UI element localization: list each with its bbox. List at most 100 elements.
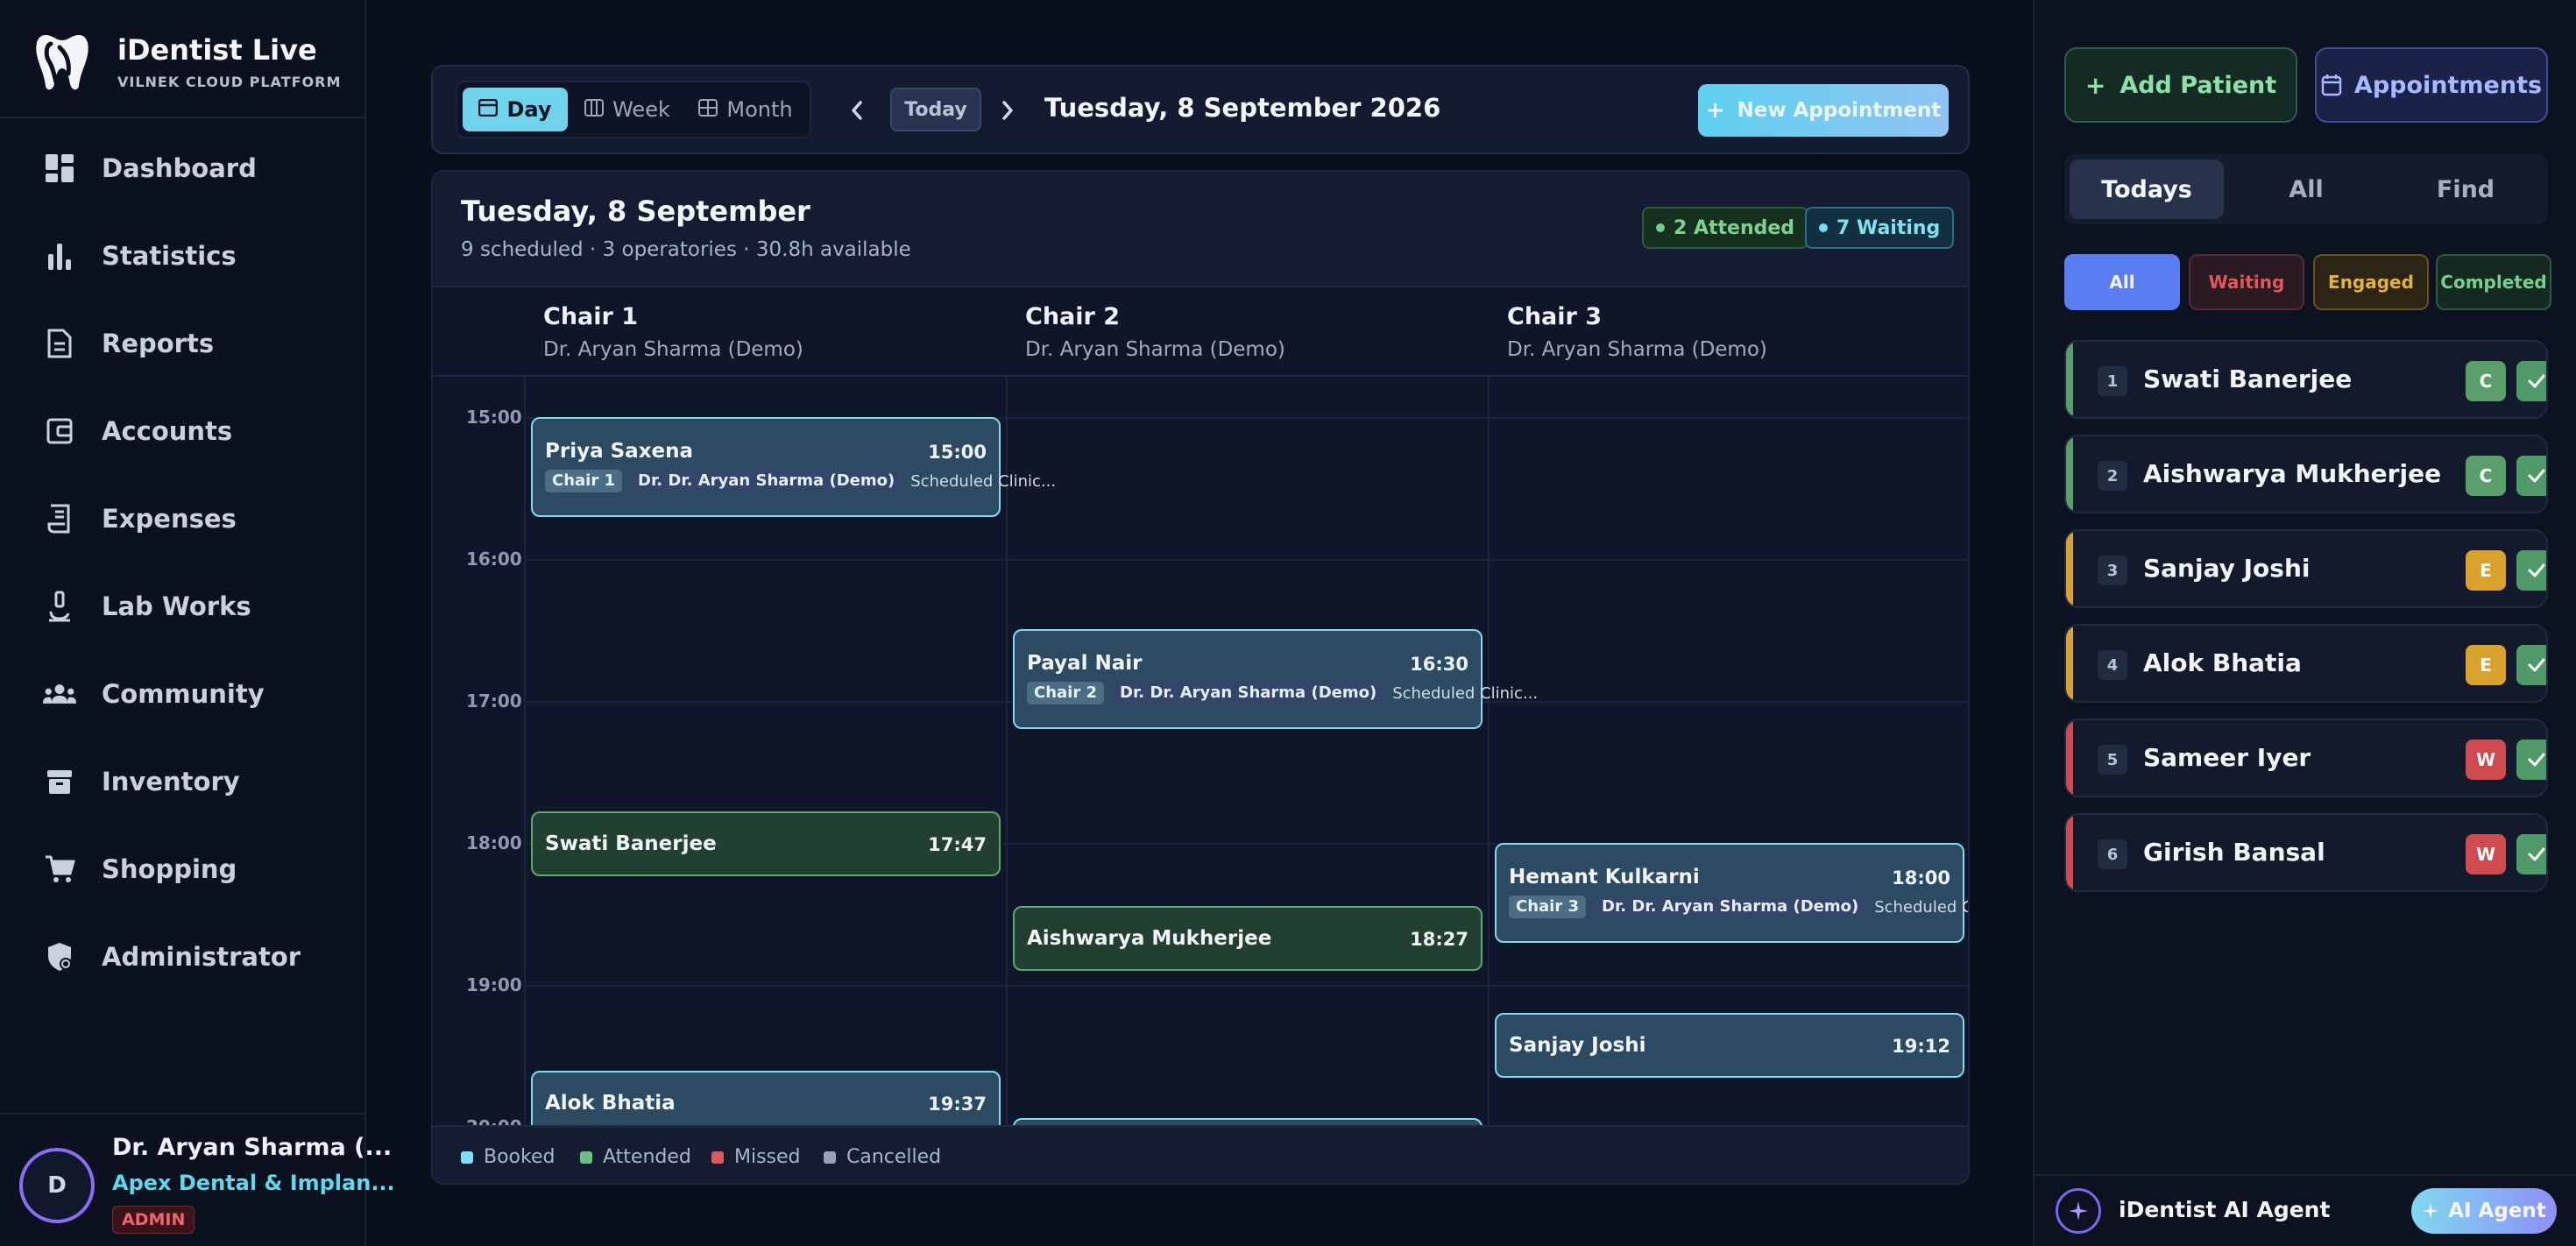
status-badge[interactable]: E	[2466, 550, 2506, 591]
sidebar-item-expenses[interactable]: Expenses	[42, 492, 340, 545]
queue-patient-name: Aishwarya Mukherjee	[2143, 459, 2442, 488]
appointment-patient: Sanjay Joshi	[1509, 1034, 1646, 1057]
view-day-button[interactable]: Day	[463, 88, 568, 131]
queue-number: 6	[2098, 839, 2127, 869]
appointment-time: 15:00	[928, 442, 987, 463]
legend-item: Missed	[711, 1146, 801, 1168]
ai-agent-button[interactable]: AI Agent	[2411, 1188, 2557, 1234]
sidebar-item-shopping[interactable]: Shopping	[42, 843, 340, 896]
queue-item[interactable]: 2 Aishwarya Mukherjee C	[2064, 435, 2548, 513]
avatar: D	[19, 1148, 95, 1223]
sidebar-item-lab-works[interactable]: Lab Works	[42, 580, 340, 633]
today-button[interactable]: Today	[890, 88, 981, 131]
status-badge[interactable]: E	[2466, 645, 2506, 685]
queue-patient-name: Sameer Iyer	[2143, 743, 2311, 772]
time-grid[interactable]: 15:00 16:00 17:00 18:00 19:00 20:00 Priy…	[433, 377, 1968, 1125]
view-month-button[interactable]: Month	[687, 88, 804, 131]
tab-find[interactable]: Find	[2388, 159, 2543, 219]
appointment-card[interactable]: Aishwarya Mukherjee 18:27	[1013, 906, 1483, 971]
status-badge[interactable]: C	[2466, 361, 2506, 401]
user-clinic: Apex Dental & Implan...	[112, 1171, 395, 1195]
appointment-note: Scheduled Clinic...	[1874, 897, 1968, 917]
sidebar-item-label: Inventory	[102, 767, 240, 796]
appointment-time: 19:12	[1892, 1036, 1950, 1057]
appointments-button[interactable]: Appointments	[2315, 47, 2548, 123]
queue-item[interactable]: 6 Girish Bansal W	[2064, 813, 2548, 892]
legend-item: Booked	[461, 1146, 555, 1168]
mark-done-button[interactable]	[2516, 361, 2546, 401]
appointment-card[interactable]: Payal Nair 16:30 Chair 2 Dr. Dr. Aryan S…	[1013, 629, 1538, 729]
appointment-card[interactable]	[1013, 1118, 1483, 1125]
filter-engaged[interactable]: Engaged	[2313, 254, 2429, 310]
filter-all[interactable]: All	[2064, 254, 2180, 310]
tab-todays[interactable]: Todays	[2070, 159, 2224, 219]
queue-item[interactable]: 4 Alok Bhatia E	[2064, 624, 2548, 703]
brand[interactable]: iDentist Live VILNEK CLOUD PLATFORM	[33, 26, 366, 114]
mark-done-button[interactable]	[2516, 834, 2546, 874]
column-header-chair-3: Chair 3 Dr. Aryan Sharma (Demo)	[1488, 286, 1968, 377]
sparkle-icon	[2422, 1202, 2439, 1220]
status-badge[interactable]: W	[2466, 740, 2506, 780]
attended-badge[interactable]: 2 Attended	[1642, 207, 1809, 249]
sidebar-item-community[interactable]: Community	[42, 668, 340, 720]
appointment-card[interactable]: Sanjay Joshi 19:12	[1495, 1013, 1964, 1078]
next-day-button[interactable]	[990, 93, 1025, 128]
appointment-card[interactable]: Hemant Kulkarni 18:00 Chair 3 Dr. Dr. Ar…	[1495, 843, 1968, 943]
chair-name: Chair 3	[1507, 303, 1603, 330]
mark-done-button[interactable]	[2516, 645, 2546, 685]
legend-swatch	[824, 1150, 836, 1164]
chair-doctor: Dr. Aryan Sharma (Demo)	[1025, 338, 1285, 361]
chair-name: Chair 1	[543, 303, 639, 330]
prev-day-button[interactable]	[839, 93, 874, 128]
sparkle-icon	[2056, 1188, 2101, 1234]
ai-agent-label: iDentist AI Agent	[2119, 1197, 2331, 1222]
appointment-patient: Swati Banerjee	[545, 832, 717, 855]
appointment-card[interactable]: Priya Saxena 15:00 Chair 1 Dr. Dr. Aryan…	[531, 417, 1056, 517]
app-root: iDentist Live VILNEK CLOUD PLATFORM Dash…	[0, 0, 2576, 1246]
view-week-label: Week	[612, 97, 670, 122]
status-badge[interactable]: W	[2466, 834, 2506, 874]
check-icon	[2528, 469, 2545, 483]
hour-line	[524, 985, 1968, 987]
filter-completed[interactable]: Completed	[2436, 254, 2551, 310]
add-patient-button[interactable]: + Add Patient	[2064, 47, 2297, 123]
new-appointment-button[interactable]: + New Appointment	[1698, 84, 1949, 137]
filter-waiting[interactable]: Waiting	[2189, 254, 2304, 310]
sidebar-item-administrator[interactable]: Administrator	[42, 931, 340, 983]
chair-name: Chair 2	[1025, 303, 1121, 330]
status-bar	[2066, 626, 2073, 701]
queue-item[interactable]: 5 Sameer Iyer W	[2064, 719, 2548, 797]
mark-done-button[interactable]	[2516, 456, 2546, 496]
queue-patient-name: Alok Bhatia	[2143, 648, 2302, 677]
queue-item[interactable]: 1 Swati Banerjee C	[2064, 340, 2548, 419]
cart-icon	[42, 852, 77, 887]
dashboard-icon	[42, 151, 77, 186]
tab-all[interactable]: All	[2229, 159, 2383, 219]
appointment-card[interactable]: Alok Bhatia 19:37	[531, 1071, 1001, 1125]
appointment-card[interactable]: Swati Banerjee 17:47	[531, 811, 1001, 876]
mark-done-button[interactable]	[2516, 550, 2546, 591]
status-badge[interactable]: C	[2466, 456, 2506, 496]
sidebar-item-statistics[interactable]: Statistics	[42, 230, 340, 282]
view-week-button[interactable]: Week	[575, 88, 680, 131]
waiting-badge[interactable]: 7 Waiting	[1805, 207, 1955, 249]
sidebar-item-label: Statistics	[102, 241, 237, 271]
sidebar-item-accounts[interactable]: Accounts	[42, 405, 340, 457]
sidebar-item-label: Expenses	[102, 504, 237, 534]
calendar-icon	[2321, 74, 2342, 96]
sidebar-item-inventory[interactable]: Inventory	[42, 755, 340, 808]
ai-agent-bar: iDentist AI Agent AI Agent	[2035, 1174, 2576, 1246]
sidebar-item-reports[interactable]: Reports	[42, 317, 340, 370]
add-patient-label: Add Patient	[2120, 71, 2277, 99]
archive-icon	[42, 764, 77, 799]
check-icon	[2528, 753, 2545, 767]
brand-title: iDentist Live	[117, 33, 317, 67]
legend-item: Cancelled	[824, 1146, 941, 1168]
appointment-patient: Priya Saxena	[545, 440, 694, 463]
user-profile[interactable]: D Dr. Aryan Sharma (... Apex Dental & Im…	[0, 1113, 395, 1246]
queue-item[interactable]: 3 Sanjay Joshi E	[2064, 529, 2548, 608]
mark-done-button[interactable]	[2516, 740, 2546, 780]
new-appointment-label: New Appointment	[1737, 99, 1942, 122]
check-icon	[2528, 847, 2545, 861]
sidebar-item-dashboard[interactable]: Dashboard	[42, 142, 340, 195]
